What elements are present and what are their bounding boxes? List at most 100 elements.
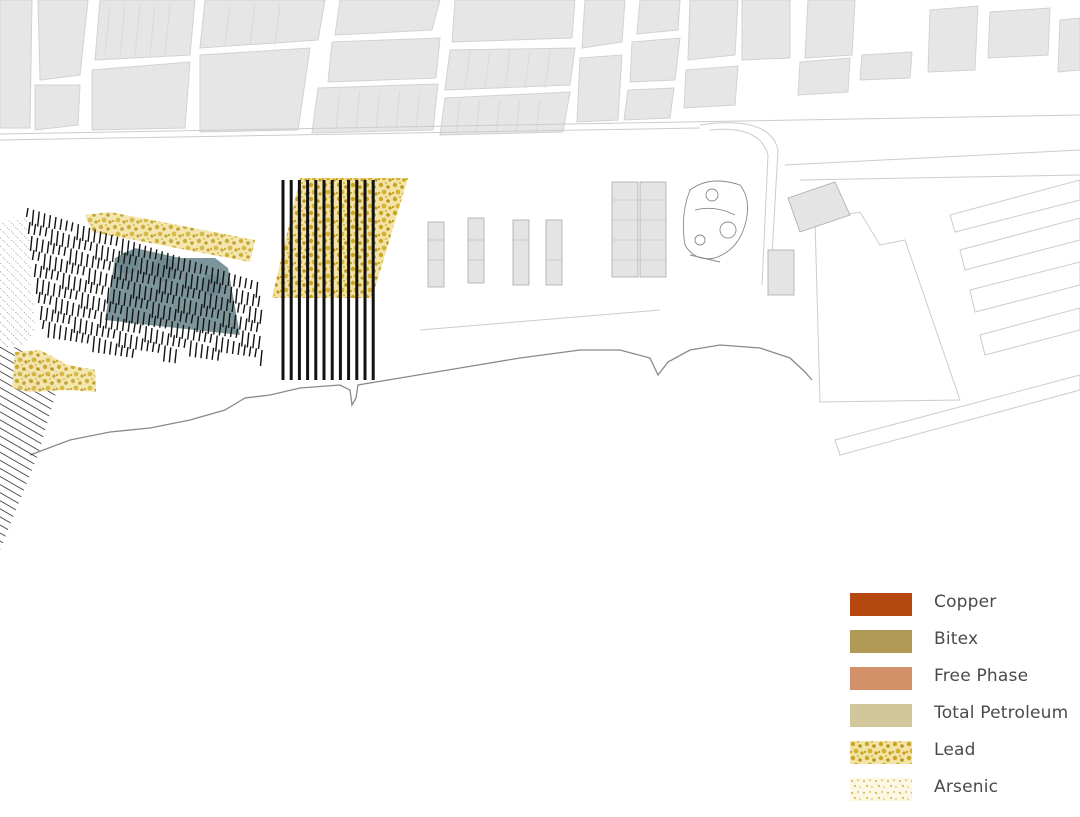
site-hatch-tick-319 xyxy=(109,341,112,355)
site-hatch-tick-88 xyxy=(52,243,56,255)
site-hatch-tick-237 xyxy=(198,330,202,342)
site-hatch-tick-238 xyxy=(203,331,207,343)
site-hatch-tick-82 xyxy=(251,293,255,307)
site-hatch-tick-244 xyxy=(237,342,241,355)
site-hatch-tick-293 xyxy=(101,325,105,337)
site-hatch-tick-301 xyxy=(146,340,150,352)
site-hatch-tick-215 xyxy=(75,290,78,300)
shoreline xyxy=(29,344,813,456)
site-hatch-tick-304 xyxy=(163,345,166,362)
site-hatch-tick-316 xyxy=(92,336,96,353)
site-hatch-tick-268 xyxy=(144,326,148,343)
site-hatch-tick-286 xyxy=(62,313,66,324)
site-hatch-tick-49 xyxy=(67,234,70,248)
site-hatch-tick-216 xyxy=(80,292,84,309)
site-hatch-tick-322 xyxy=(125,346,129,358)
site-hatch-tick-3 xyxy=(42,213,46,228)
site-hatch-tick-212 xyxy=(58,285,62,298)
site-hatch-tick-248 xyxy=(259,349,263,367)
site-hatch-tick-4 xyxy=(48,215,52,229)
site-hatch-tick-166 xyxy=(255,321,259,333)
site-hatch-tick-174 xyxy=(73,276,76,291)
site-hatch-tick-273 xyxy=(172,335,176,347)
site-hatch-tick-37 xyxy=(233,274,236,287)
site-hatch-tick-47 xyxy=(55,230,59,247)
site-hatch-tick-277 xyxy=(194,342,198,358)
site-hatch-tick-285 xyxy=(56,311,60,323)
site-hatch-tick-7 xyxy=(65,220,68,231)
site-hatch-tick-167 xyxy=(33,263,37,278)
site-hatch-tick-96 xyxy=(97,257,100,269)
site-hatch-tick-11 xyxy=(87,227,91,242)
site-hatch-tick-270 xyxy=(155,329,159,344)
site-hatch-tick-214 xyxy=(69,288,73,299)
site-hatch-tick-220 xyxy=(103,299,106,312)
site-hatch-tick-138 xyxy=(99,271,102,286)
park-detail xyxy=(682,180,749,263)
site-hatch-tick-50 xyxy=(72,236,76,249)
site-hatch-tick-242 xyxy=(226,339,230,354)
site-hatch-tick-243 xyxy=(231,340,235,355)
site-hatch-tick-14 xyxy=(104,233,108,245)
site-hatch-tick-97 xyxy=(102,259,106,270)
site-hatch-tick-249 xyxy=(37,291,41,304)
site-hatch-tick-126 xyxy=(31,249,35,261)
site-hatch-tick-129 xyxy=(48,255,52,271)
pier-buildings xyxy=(427,181,851,296)
site-hatch-tick-272 xyxy=(166,333,170,346)
site-hatch-tick-311 xyxy=(64,327,68,341)
site-hatch-tick-15 xyxy=(109,234,113,246)
site-hatch-tick-310 xyxy=(58,325,62,340)
site-hatch-tick-281 xyxy=(217,349,220,361)
site-hatch-tick-295 xyxy=(112,329,116,339)
site-hatch-tick-279 xyxy=(205,345,209,360)
site-hatch-tick-8 xyxy=(70,222,74,232)
site-hatch-tick-134 xyxy=(76,264,80,275)
site-hatch-tick-179 xyxy=(101,285,104,295)
legend: Copper Bitex Free Phase Total Petroleum … xyxy=(850,590,1075,812)
site-hatch-tick-164 xyxy=(244,318,248,331)
site-hatch-tick-211 xyxy=(52,283,56,297)
site-hatch-tick-55 xyxy=(100,245,104,261)
site-hatch-tick-245 xyxy=(243,344,246,356)
site-hatch-tick-172 xyxy=(61,272,65,290)
legend-label-bitex: Bitex xyxy=(934,629,979,649)
site-hatch-tick-239 xyxy=(209,333,213,343)
site-hatch-tick-139 xyxy=(104,273,108,287)
free-phase-swatch xyxy=(850,667,912,690)
site-hatch-tick-17 xyxy=(121,238,124,255)
site-hatch-tick-298 xyxy=(129,334,133,349)
site-hatch-tick-283 xyxy=(45,307,49,321)
site-hatch-tick-85 xyxy=(35,237,39,252)
site-hatch-tick-53 xyxy=(89,241,93,251)
site-hatch-tick-1 xyxy=(31,209,35,226)
site-hatch-tick-2 xyxy=(37,211,40,227)
site-hatch-tick-241 xyxy=(220,337,224,353)
legend-item-total-petroleum: Total Petroleum xyxy=(850,701,1075,738)
lead-zone-north xyxy=(85,212,255,262)
site-hatch-tick-207 xyxy=(257,335,261,350)
site-hatch-tick-128 xyxy=(43,253,46,270)
site-hatch-tick-91 xyxy=(69,248,72,265)
site-hatch-tick-9 xyxy=(76,224,80,241)
site-hatch-tick-98 xyxy=(108,261,112,271)
site-hatch-tick-169 xyxy=(45,267,48,279)
site-hatch-tick-276 xyxy=(189,340,192,357)
site-hatch-tick-246 xyxy=(248,346,252,357)
site-hatch-tick-56 xyxy=(106,247,110,262)
copper-swatch xyxy=(850,593,912,616)
site-hatch-tick-54 xyxy=(95,243,98,260)
site-hatch-tick-92 xyxy=(74,250,78,266)
site-hatch-tick-256 xyxy=(77,304,80,317)
site-hatch-tick-308 xyxy=(47,321,51,338)
site-hatch-tick-44 xyxy=(39,225,42,236)
site-hatch-tick-40 xyxy=(249,279,253,290)
site-hatch-tick-317 xyxy=(97,337,101,354)
legend-label-lead: Lead xyxy=(934,740,976,760)
site-hatch-tick-247 xyxy=(254,348,258,358)
site-hatch-tick-267 xyxy=(138,324,142,334)
site-hatch-tick-280 xyxy=(211,347,215,360)
site-hatch-tick-132 xyxy=(65,260,69,273)
site-hatch-tick-122 xyxy=(242,304,246,314)
site-hatch-tick-123 xyxy=(248,306,252,323)
